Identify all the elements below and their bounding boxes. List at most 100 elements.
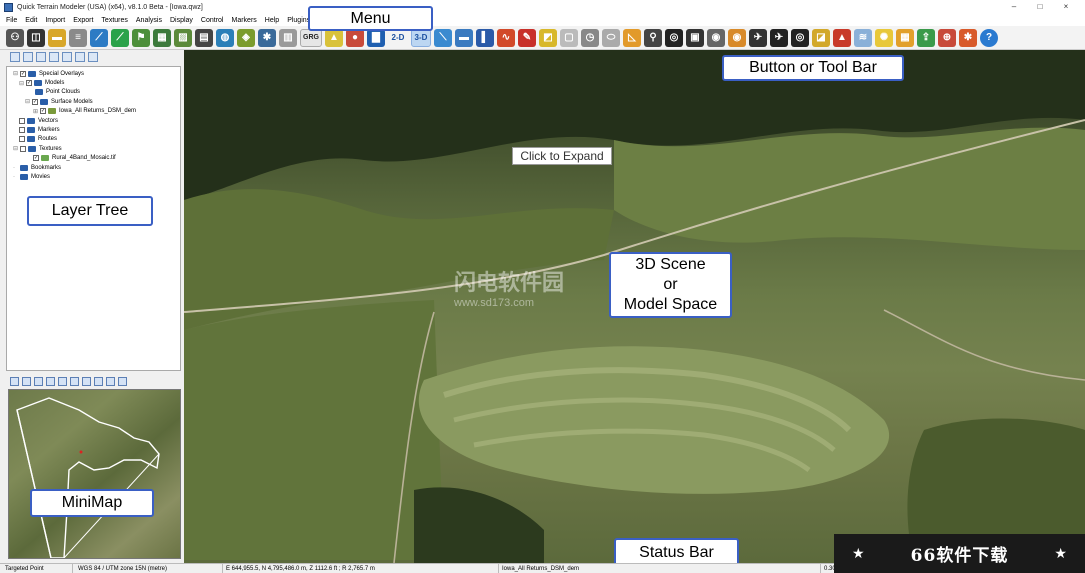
photo-icon[interactable]: ▣: [686, 28, 704, 47]
slope-icon[interactable]: ≋: [854, 28, 872, 47]
flag-icon[interactable]: ⚑: [132, 28, 150, 47]
minimap-tool-icon[interactable]: [46, 376, 55, 386]
maximize-button[interactable]: □: [1027, 0, 1053, 14]
tree-expander-icon[interactable]: ⊟: [13, 70, 19, 77]
menu-edit[interactable]: Edit: [25, 17, 37, 24]
eye-icon[interactable]: ◉: [707, 28, 725, 47]
plane-icon[interactable]: ▬: [455, 28, 473, 47]
menu-textures[interactable]: Textures: [101, 17, 127, 24]
tree-item-textures[interactable]: ⊟ Textures: [11, 144, 176, 153]
tree-tool-icon[interactable]: [75, 52, 85, 62]
tree-tool-icon[interactable]: [36, 52, 46, 62]
checkbox[interactable]: ✓: [26, 80, 32, 87]
minimap[interactable]: [8, 389, 181, 559]
book-icon[interactable]: ▌: [476, 28, 494, 47]
menu-export[interactable]: Export: [73, 17, 93, 24]
color-ramp-icon[interactable]: ▲: [325, 28, 343, 47]
tree-item-markers[interactable]: Markers: [11, 125, 176, 134]
menu-markers[interactable]: Markers: [232, 17, 257, 24]
minimap-tool-icon[interactable]: [82, 376, 91, 386]
mountain-icon[interactable]: ▲: [833, 28, 851, 47]
tree-tool-icon[interactable]: [23, 52, 33, 62]
minimap-tool-icon[interactable]: [10, 376, 19, 386]
minimap-tool-icon[interactable]: [70, 376, 79, 386]
settings-icon[interactable]: ✱: [959, 28, 977, 47]
close-button[interactable]: ×: [1053, 0, 1079, 14]
tree-item-vectors[interactable]: Vectors: [11, 116, 176, 125]
minimap-tool-icon[interactable]: [58, 376, 67, 386]
tree-tool-icon[interactable]: [62, 52, 72, 62]
menu-file[interactable]: File: [6, 17, 17, 24]
grid-icon[interactable]: ▥: [279, 28, 297, 47]
checkbox[interactable]: ✓: [40, 108, 46, 115]
layers-icon[interactable]: ≡: [69, 28, 87, 47]
gear-icon[interactable]: ✱: [258, 28, 276, 47]
target-icon[interactable]: ◎: [791, 28, 809, 47]
tree-item-routes[interactable]: Routes: [11, 135, 176, 144]
menu-control[interactable]: Control: [201, 17, 224, 24]
tree-item-rural-mosaic[interactable]: ✓ Rural_4Band_Mosaic.tif: [11, 154, 176, 163]
height-icon[interactable]: ▇: [367, 28, 385, 47]
open-folder-icon[interactable]: ▬: [48, 28, 66, 47]
tree-expander-icon[interactable]: ⊞: [33, 108, 39, 115]
gps-icon[interactable]: ⊕: [938, 28, 956, 47]
checkbox[interactable]: [19, 127, 25, 134]
grg-button[interactable]: GRG: [300, 28, 322, 47]
tree-tool-icon[interactable]: [10, 52, 20, 62]
tree-tool-icon[interactable]: [49, 52, 59, 62]
tree-item-iowa-dsm[interactable]: ⊞ ✓ Iowa_All Returns_DSM_dem: [11, 107, 176, 116]
tree-item-special-overlays[interactable]: ⊟ ✓ Special Overlays: [11, 69, 176, 78]
tree-item-models[interactable]: ⊟ ✓ Models: [11, 78, 176, 87]
analysis-icon[interactable]: ⟋: [111, 28, 129, 47]
tree-expander-icon[interactable]: ⊟: [19, 80, 25, 87]
tree-expander-icon[interactable]: ⊟: [13, 145, 19, 152]
tree-help-icon[interactable]: [88, 52, 98, 62]
lightbulb-icon[interactable]: ✺: [875, 28, 893, 47]
tree-item-movies[interactable]: · Movies: [11, 172, 176, 181]
tree-expander-icon[interactable]: ·: [13, 165, 19, 171]
minimize-button[interactable]: –: [1001, 0, 1027, 14]
binoculars-icon[interactable]: ⚇: [6, 28, 24, 47]
eye-sun-icon[interactable]: ◉: [728, 28, 746, 47]
minimap-tool-icon[interactable]: [34, 376, 43, 386]
walker-icon[interactable]: ⚲: [644, 28, 662, 47]
menu-help[interactable]: Help: [265, 17, 279, 24]
ruler-icon[interactable]: ◺: [623, 28, 641, 47]
rgb-icon[interactable]: ●: [346, 28, 364, 47]
measure-icon[interactable]: ⟍: [434, 28, 452, 47]
minimap-tool-icon[interactable]: [94, 376, 103, 386]
texture-icon[interactable]: ◈: [237, 28, 255, 47]
menu-display[interactable]: Display: [170, 17, 193, 24]
map-overlay-icon[interactable]: ◪: [812, 28, 830, 47]
menu-import[interactable]: Import: [45, 17, 65, 24]
view-2d-button[interactable]: 2-D: [388, 29, 408, 47]
blank-icon[interactable]: ▢: [560, 28, 578, 47]
map-icon[interactable]: ◫: [27, 28, 45, 47]
contour-icon[interactable]: ◩: [539, 28, 557, 47]
checkbox[interactable]: ✓: [32, 98, 38, 105]
chart-icon[interactable]: ▦: [896, 28, 914, 47]
profile-icon[interactable]: ⟋: [90, 28, 108, 47]
menu-analysis[interactable]: Analysis: [136, 17, 162, 24]
checkbox[interactable]: ✓: [20, 70, 26, 77]
globe-icon[interactable]: ◍: [216, 28, 234, 47]
checkbox[interactable]: ✓: [33, 155, 39, 162]
checkbox[interactable]: [20, 145, 26, 152]
checkbox[interactable]: [19, 117, 25, 124]
minimap-tool-icon[interactable]: [22, 376, 31, 386]
view-3d-button[interactable]: 3-D: [411, 28, 431, 47]
ellipse-icon[interactable]: ⬭: [602, 28, 620, 47]
helicopter-icon[interactable]: ✈: [749, 28, 767, 47]
menu-plugins[interactable]: Plugins: [287, 17, 310, 24]
tree-expander-icon[interactable]: ⊟: [25, 98, 31, 105]
checkbox[interactable]: [19, 136, 25, 143]
tree-item-surface-models[interactable]: ⊟ ✓ Surface Models: [11, 97, 176, 106]
tree-expander-icon[interactable]: ·: [13, 174, 19, 180]
expand-tooltip[interactable]: Click to Expand: [512, 147, 612, 165]
minimap-tool-icon[interactable]: [106, 376, 115, 386]
airplane-icon[interactable]: ✈: [770, 28, 788, 47]
pin-icon[interactable]: ✎: [518, 28, 536, 47]
film-icon[interactable]: ▤: [195, 28, 213, 47]
tree-item-point-clouds[interactable]: Point Clouds: [11, 88, 176, 97]
scene-icon[interactable]: ▨: [174, 28, 192, 47]
